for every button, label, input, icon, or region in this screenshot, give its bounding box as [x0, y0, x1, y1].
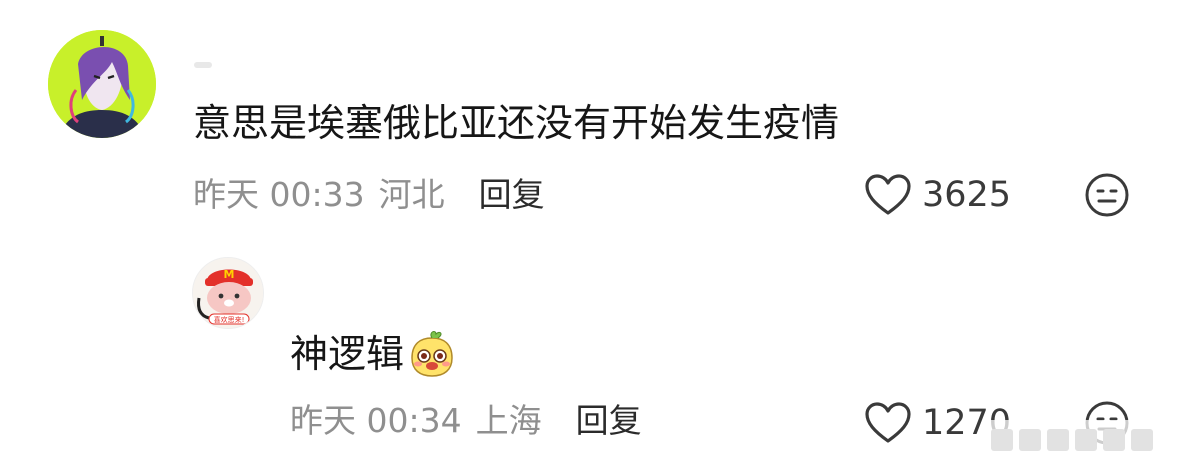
comment-text: 意思是埃塞俄比亚还没有开始发生疫情 — [193, 101, 840, 145]
smiling-face-emoji — [411, 330, 453, 377]
reply-meta: 昨天 00:34 上海 回复 — [290, 401, 642, 441]
comment-time: 昨天 00:33 — [193, 175, 365, 214]
heart-icon — [865, 174, 911, 215]
watermark-glyph — [991, 429, 1013, 451]
replier-avatar[interactable]: M 喜欢思来! — [192, 257, 264, 329]
commenter-avatar[interactable] — [48, 30, 156, 138]
comment-location: 河北 — [378, 175, 445, 214]
anime-avatar-icon — [48, 30, 156, 138]
cartoon-bear-avatar-icon: M 喜欢思来! — [193, 258, 263, 328]
watermark-glyph — [1131, 429, 1153, 451]
reply-text-row: 神逻辑 — [290, 328, 458, 380]
watermark-glyph — [1075, 429, 1097, 451]
reply-time: 昨天 00:34 — [290, 401, 462, 440]
reply-text: 神逻辑 — [290, 332, 405, 376]
like-button[interactable]: 3625 — [864, 173, 1011, 217]
dislike-button[interactable] — [1084, 172, 1130, 222]
watermark-overlay — [985, 420, 1175, 460]
watermark-glyph — [1103, 429, 1125, 451]
comment-meta: 昨天 00:33 河北 回复 — [193, 175, 545, 215]
neutral-face-icon — [1085, 173, 1129, 217]
heart-icon — [865, 402, 911, 443]
reply-location: 上海 — [475, 401, 542, 440]
reply-button[interactable]: 回复 — [479, 175, 545, 215]
svg-text:M: M — [224, 268, 235, 281]
avatar-caption: 喜欢思来! — [214, 315, 245, 324]
watermark-glyph — [1047, 429, 1069, 451]
watermark-glyph — [1019, 429, 1041, 451]
reply-button[interactable]: 回复 — [576, 401, 642, 441]
like-count: 3625 — [922, 175, 1012, 215]
username-placeholder — [194, 62, 212, 68]
